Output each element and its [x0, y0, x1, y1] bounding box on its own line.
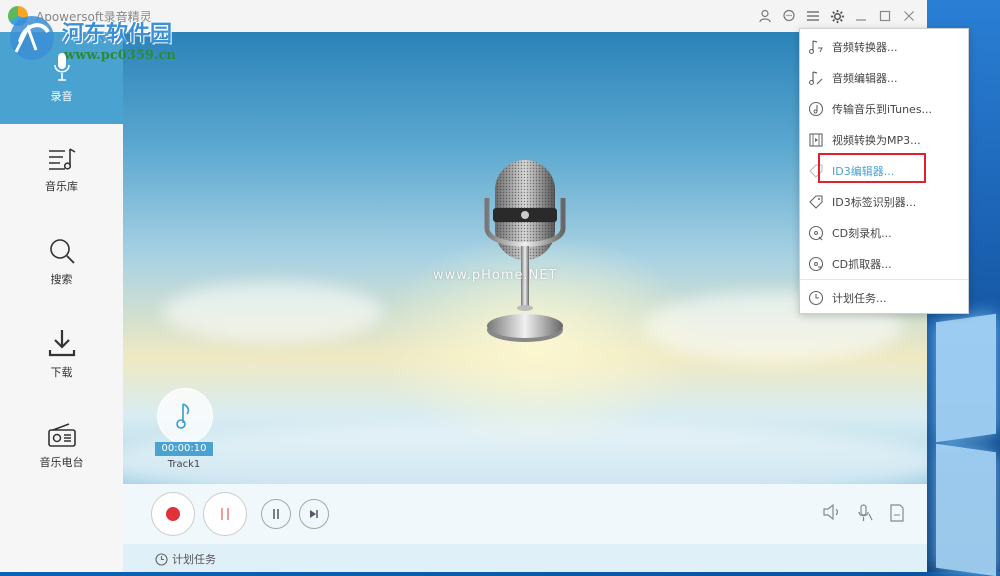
menu-item-label: ID3标签识别器...	[832, 195, 917, 209]
status-bar: 计划任务	[123, 544, 927, 572]
schedule-task-link[interactable]: 计划任务	[155, 551, 216, 567]
pause-icon	[221, 508, 229, 520]
sidebar-item-music-library[interactable]: 音乐库	[0, 124, 123, 216]
menu-item-label: 音频编辑器...	[832, 71, 898, 85]
microphone-illustration	[475, 158, 575, 358]
itunes-icon	[808, 101, 824, 116]
sidebar-item-download[interactable]: 下载	[0, 308, 123, 400]
audio-convert-icon	[808, 39, 823, 54]
play-pause-button[interactable]	[261, 499, 291, 529]
menu-item-video-to-mp3[interactable]: 视频转换为MP3...	[800, 124, 968, 155]
menu-item-audio-converter[interactable]: 音频转换器...	[800, 31, 968, 62]
user-icon[interactable]	[755, 6, 775, 26]
menu-item-label: CD抓取器...	[832, 257, 892, 271]
search-icon	[49, 239, 75, 264]
next-track-button[interactable]	[299, 499, 329, 529]
sidebar-item-label: 搜索	[50, 273, 73, 286]
highlight-annotation-box	[818, 153, 926, 183]
menu-item-label: 视频转换为MP3...	[832, 133, 921, 147]
track-thumbnail[interactable]	[157, 388, 213, 444]
site-watermark-url: www.pc0359.cn	[64, 48, 176, 63]
audio-format-icon[interactable]	[889, 504, 905, 526]
close-icon[interactable]	[899, 6, 919, 26]
sidebar: 录音 音乐库 搜索 下载 音乐电台	[0, 32, 123, 572]
menu-item-label: 计划任务...	[832, 291, 887, 305]
minimize-icon[interactable]	[851, 6, 871, 26]
menu-separator	[800, 279, 968, 280]
windows-logo	[928, 313, 1000, 576]
gear-icon[interactable]	[827, 6, 847, 26]
stage-watermark: www.pHome.NET	[433, 268, 558, 283]
input-source-icon[interactable]	[857, 504, 873, 526]
radio-icon	[47, 423, 76, 447]
sidebar-item-search[interactable]: 搜索	[0, 216, 123, 308]
chat-icon[interactable]	[779, 6, 799, 26]
menu-item-label: 传输音乐到iTunes...	[832, 102, 933, 116]
clock-icon	[808, 290, 824, 305]
music-note-icon	[176, 403, 190, 429]
list-menu-icon[interactable]	[803, 6, 823, 26]
menu-item-audio-editor[interactable]: 音频编辑器...	[800, 62, 968, 93]
menu-item-label: 音频转换器...	[832, 40, 898, 54]
record-dot-icon	[166, 507, 180, 521]
menu-item-itunes-transfer[interactable]: 传输音乐到iTunes...	[800, 93, 968, 124]
video-icon	[809, 132, 823, 147]
skip-next-icon	[310, 510, 318, 518]
menu-item-cd-burner[interactable]: CD刻录机...	[800, 217, 968, 248]
record-button[interactable]	[151, 492, 195, 536]
cd-rip-icon	[808, 256, 824, 271]
music-library-icon	[48, 148, 75, 170]
volume-icon[interactable]	[823, 503, 841, 526]
menu-item-scheduled-task[interactable]: 计划任务...	[800, 282, 968, 313]
site-logo	[10, 16, 54, 60]
app-window: Apowersoft录音精灵 录音 音乐库 搜索 下载 音乐电台 www.pHo…	[0, 0, 927, 572]
sidebar-item-radio[interactable]: 音乐电台	[0, 400, 123, 492]
pause-icon	[273, 509, 279, 519]
sidebar-item-label: 音乐库	[45, 180, 78, 193]
control-bar	[123, 484, 927, 544]
maximize-icon[interactable]	[875, 6, 895, 26]
track-time: 00:00:10	[155, 442, 213, 456]
menu-item-label: CD刻录机...	[832, 226, 892, 240]
schedule-label: 计划任务	[172, 553, 216, 566]
clock-icon	[155, 552, 168, 566]
menu-item-cd-ripper[interactable]: CD抓取器...	[800, 248, 968, 279]
menu-item-id3-recognizer[interactable]: ID3标签识别器...	[800, 186, 968, 217]
tag-recognize-icon	[809, 194, 823, 209]
audio-edit-icon	[808, 70, 823, 85]
track-name: Track1	[167, 459, 201, 470]
download-icon	[48, 330, 75, 357]
sidebar-item-label: 音乐电台	[39, 456, 84, 469]
sidebar-item-label: 录音	[50, 90, 73, 103]
site-watermark-name: 河东软件园	[62, 22, 173, 47]
pause-record-button[interactable]	[203, 492, 247, 536]
cd-burn-icon	[808, 225, 824, 240]
sidebar-item-label: 下载	[50, 366, 73, 379]
